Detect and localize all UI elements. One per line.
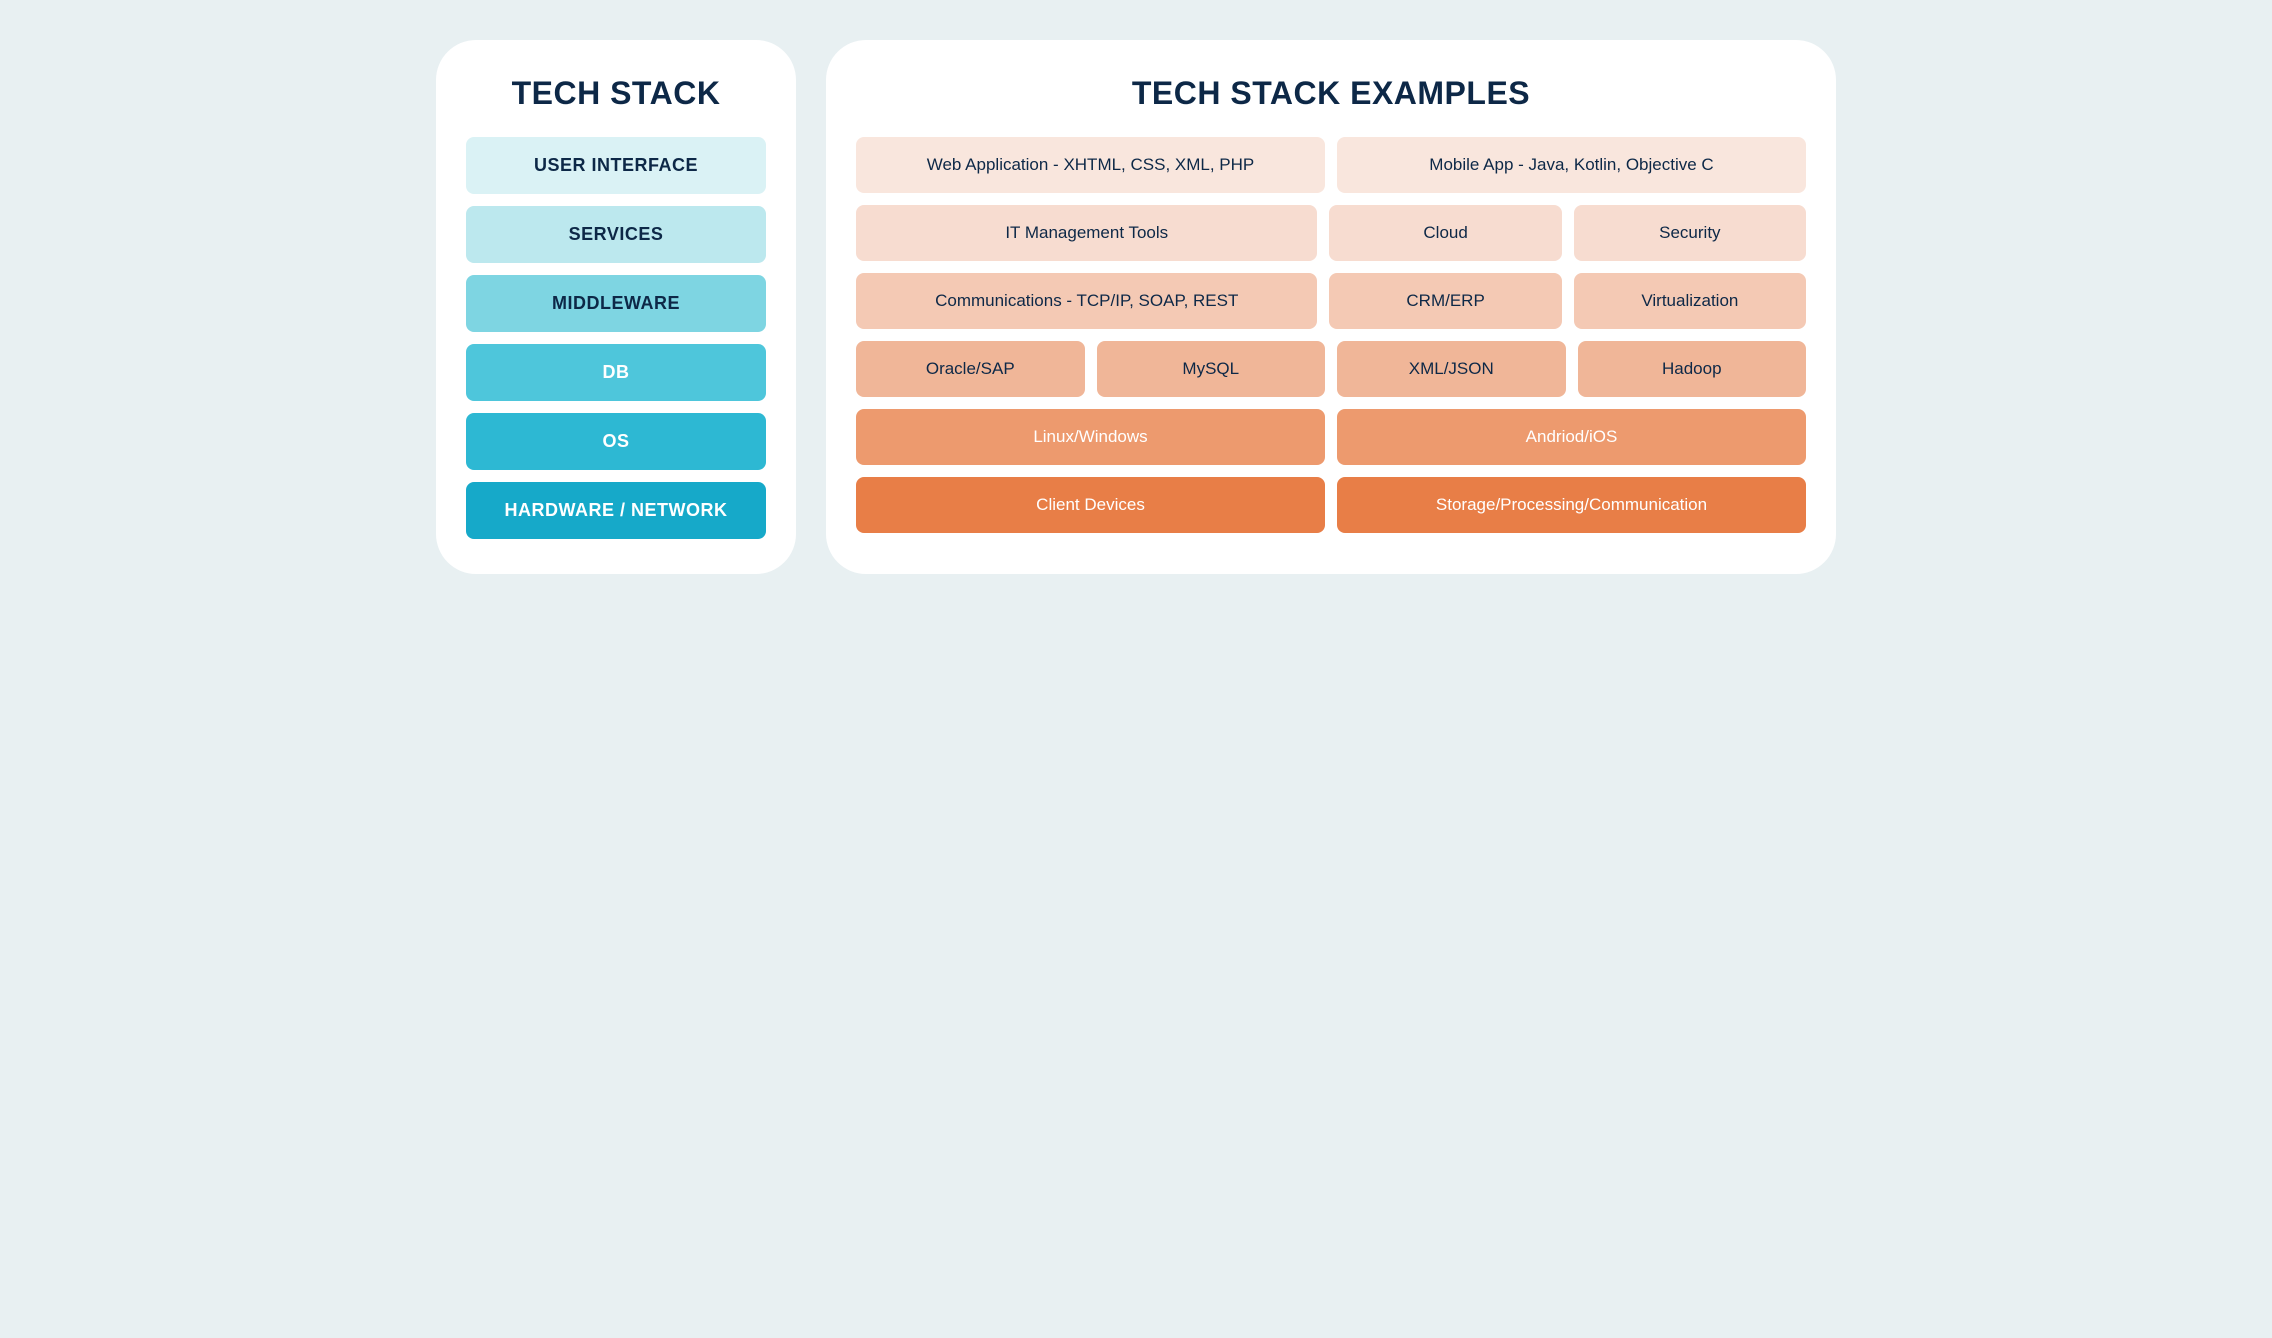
layer-middleware: MIDDLEWARE — [466, 275, 766, 332]
example-linux-windows: Linux/Windows — [856, 409, 1325, 465]
examples-row-4: Oracle/SAP MySQL XML/JSON Hadoop — [856, 341, 1806, 397]
example-android-ios: Andriod/iOS — [1337, 409, 1806, 465]
tech-stack-panel: TECH STACK USER INTERFACE SERVICES MIDDL… — [436, 40, 796, 574]
example-xml-json: XML/JSON — [1337, 341, 1566, 397]
examples-row-5: Linux/Windows Andriod/iOS — [856, 409, 1806, 465]
example-virtualization: Virtualization — [1574, 273, 1806, 329]
example-client-devices: Client Devices — [856, 477, 1325, 533]
example-hadoop: Hadoop — [1578, 341, 1807, 397]
diagram-container: TECH STACK USER INTERFACE SERVICES MIDDL… — [436, 40, 1836, 574]
example-crm-erp: CRM/ERP — [1329, 273, 1561, 329]
example-communications: Communications - TCP/IP, SOAP, REST — [856, 273, 1317, 329]
tech-stack-examples-panel: TECH STACK EXAMPLES Web Application - XH… — [826, 40, 1836, 574]
examples-row-1: Web Application - XHTML, CSS, XML, PHP M… — [856, 137, 1806, 193]
layer-hardware-network: HARDWARE / NETWORK — [466, 482, 766, 539]
layer-os: OS — [466, 413, 766, 470]
example-cloud: Cloud — [1329, 205, 1561, 261]
layer-services: SERVICES — [466, 206, 766, 263]
layer-db: DB — [466, 344, 766, 401]
examples-row-6: Client Devices Storage/Processing/Commun… — [856, 477, 1806, 533]
example-mysql: MySQL — [1097, 341, 1326, 397]
examples-rows: Web Application - XHTML, CSS, XML, PHP M… — [856, 137, 1806, 533]
example-mobile-app: Mobile App - Java, Kotlin, Objective C — [1337, 137, 1806, 193]
tech-stack-layers: USER INTERFACE SERVICES MIDDLEWARE DB OS… — [466, 137, 766, 539]
layer-user-interface: USER INTERFACE — [466, 137, 766, 194]
examples-row-2: IT Management Tools Cloud Security — [856, 205, 1806, 261]
example-it-management: IT Management Tools — [856, 205, 1317, 261]
example-security: Security — [1574, 205, 1806, 261]
example-web-application: Web Application - XHTML, CSS, XML, PHP — [856, 137, 1325, 193]
examples-title: TECH STACK EXAMPLES — [856, 75, 1806, 112]
example-oracle-sap: Oracle/SAP — [856, 341, 1085, 397]
examples-row-3: Communications - TCP/IP, SOAP, REST CRM/… — [856, 273, 1806, 329]
tech-stack-title: TECH STACK — [466, 75, 766, 112]
example-storage-processing: Storage/Processing/Communication — [1337, 477, 1806, 533]
